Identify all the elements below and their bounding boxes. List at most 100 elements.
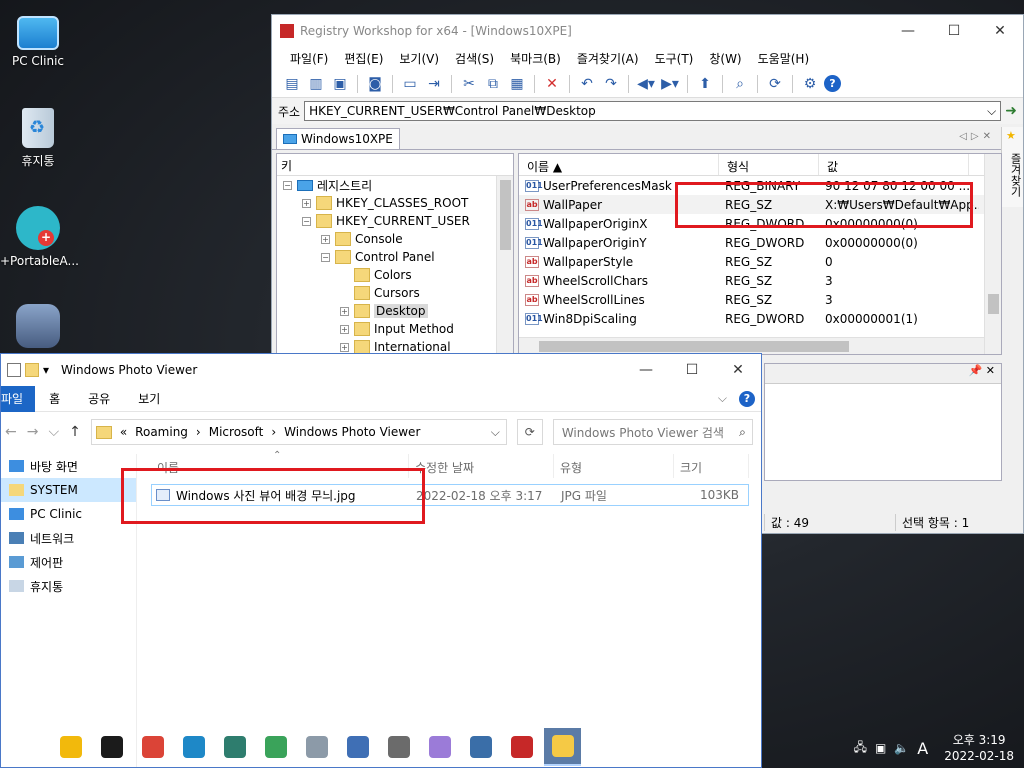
taskbar-file-manager[interactable] [52,728,89,766]
nav-item[interactable]: PC Clinic [1,502,136,526]
console-icon[interactable]: ▣ [875,741,886,755]
undo-icon[interactable]: ↶ [577,74,597,94]
folder-icon[interactable] [25,363,39,377]
tab-windows10xpe[interactable]: Windows10XPE [276,128,400,149]
title-bar[interactable]: Registry Workshop for x64 - [Windows10XP… [272,15,1023,46]
column-value[interactable]: 값 [819,154,969,175]
connect-icon[interactable]: ⇥ [424,74,444,94]
import-icon[interactable]: ▥ [306,74,326,94]
address-input[interactable]: HKEY_CURRENT_USER₩Control Panel₩Desktop … [304,101,1002,121]
minimize-button[interactable]: — [623,362,669,378]
desktop-icon-portable[interactable]: +PortableA... [0,206,79,268]
menu-item[interactable]: 파일(F) [282,50,336,67]
expand-icon[interactable]: + [340,324,349,334]
taskbar-dvd[interactable] [421,728,458,766]
menu-item[interactable]: 보기(V) [391,50,447,67]
taskbar-explorer[interactable] [544,728,581,766]
taskbar-edge[interactable] [175,728,212,766]
desktop-icon-app[interactable] [0,304,76,352]
taskbar-app-red-green[interactable] [257,728,294,766]
value-row[interactable]: 011 Win8DpiScaling REG_DWORD 0x00000001(1) [519,309,1001,328]
tree-node[interactable]: Cursors [277,284,513,302]
redo-icon[interactable]: ↷ [601,74,621,94]
column-type[interactable]: 형식 [719,154,819,175]
forward-icon[interactable]: → [27,424,39,440]
taskbar-registry-tool[interactable] [503,728,540,766]
breadcrumb-separator-icon[interactable]: › [271,425,276,439]
value-row[interactable]: ab WallpaperStyle REG_SZ 0 [519,252,1001,271]
breadcrumb-item[interactable]: Roaming [135,425,188,439]
column-name[interactable]: 이름 ▲ [519,154,719,175]
taskbar-virtualbox[interactable] [462,728,499,766]
list-hscrollbar[interactable] [519,337,984,354]
settings-icon[interactable]: ⚙ [800,74,820,94]
menu-item[interactable]: 창(W) [701,50,749,67]
pane-controls[interactable]: 📌 ✕ [765,364,1001,384]
chevron-down-icon[interactable]: ⌵ [987,104,996,119]
favorites-rail[interactable]: ★ 즐겨찾기 [1001,127,1023,207]
expand-icon[interactable]: + [340,342,349,352]
refresh-button[interactable]: ⟳ [516,419,543,445]
nav-item[interactable]: SYSTEM [1,478,136,502]
expand-ribbon-icon[interactable]: ⌵ [718,391,727,406]
collapse-icon[interactable]: − [283,180,292,190]
back-icon[interactable]: ← [5,424,17,440]
column-size[interactable]: 크기 [674,454,749,478]
breadcrumb-prefix[interactable]: « [120,425,127,439]
maximize-button[interactable]: ☐ [931,23,977,39]
copy-icon[interactable]: ⧉ [483,74,503,94]
collapse-icon[interactable]: − [321,252,330,262]
desktop-icon-pc-clinic[interactable]: PC Clinic [0,10,76,68]
delete-icon[interactable]: ✕ [542,74,562,94]
breadcrumb-separator-icon[interactable]: › [196,425,201,439]
up-icon[interactable]: ↑ [69,424,81,440]
tree-node[interactable]: − HKEY_CURRENT_USER [277,212,513,230]
paste-icon[interactable]: ▦ [507,74,527,94]
up-level-icon[interactable]: ⬆ [695,74,715,94]
breadcrumb[interactable]: « Roaming › Microsoft › Windows Photo Vi… [90,419,507,445]
breadcrumb-item[interactable]: Windows Photo Viewer [284,425,420,439]
explorer-title-bar[interactable]: ▾ Windows Photo Viewer — ☐ ✕ [1,354,761,386]
value-row[interactable]: ab WheelScrollLines REG_SZ 3 [519,290,1001,309]
column-type[interactable]: 유형 [554,454,674,478]
menu-item[interactable]: 즐겨찾기(A) [569,50,647,67]
chevron-down-icon[interactable]: ⌵ [491,425,500,440]
value-row[interactable]: 011 WallpaperOriginY REG_DWORD 0x00000000(0… [519,233,1001,252]
save-icon[interactable]: ▣ [330,74,350,94]
taskbar-scanner[interactable] [298,728,335,766]
refresh-icon[interactable]: ⟳ [765,74,785,94]
properties-icon[interactable] [7,363,21,377]
computer-icon[interactable]: ▭ [400,74,420,94]
ime-indicator[interactable]: A [917,739,928,758]
tab-share[interactable]: 공유 [74,386,124,412]
export-icon[interactable]: ▤ [282,74,302,94]
nav-item[interactable]: 휴지통 [1,574,136,598]
tree-node[interactable]: − Control Panel [277,248,513,266]
maximize-button[interactable]: ☐ [669,362,715,378]
tree-node[interactable]: + HKEY_CLASSES_ROOT [277,194,513,212]
camera-icon[interactable]: ◙ [365,74,385,94]
value-row[interactable]: ab WheelScrollChars REG_SZ 3 [519,271,1001,290]
tab-view[interactable]: 보기 [124,386,174,412]
menu-item[interactable]: 도움말(H) [750,50,818,67]
network-icon[interactable]: 🖧 [854,738,867,759]
expand-icon[interactable]: + [302,198,311,208]
tree-node[interactable]: + Console [277,230,513,248]
taskbar-network-tool[interactable] [339,728,376,766]
search-icon[interactable]: ⌕ [730,74,750,94]
tree-node[interactable]: − 레지스트리 [277,176,513,194]
nav-item[interactable]: 바탕 화면 [1,454,136,478]
tree-node[interactable]: + Desktop [277,302,513,320]
tree-scrollbar[interactable] [496,176,513,354]
collapse-icon[interactable]: − [302,216,311,226]
taskbar-terminal[interactable] [93,728,130,766]
taskbar-chrome[interactable] [134,728,171,766]
search-input[interactable]: Windows Photo Viewer 검색 ⌕ [552,419,753,445]
taskbar-disk-tool[interactable] [380,728,417,766]
nav-item[interactable]: 네트워크 [1,526,136,550]
taskbar-edge-dev[interactable] [216,728,253,766]
tab-file[interactable]: 파일 [1,385,36,412]
menu-item[interactable]: 북마크(B) [502,50,569,67]
chevron-down-icon[interactable]: ▾ [43,363,49,377]
desktop-icon-recycle-bin[interactable]: 휴지통 [0,108,76,169]
